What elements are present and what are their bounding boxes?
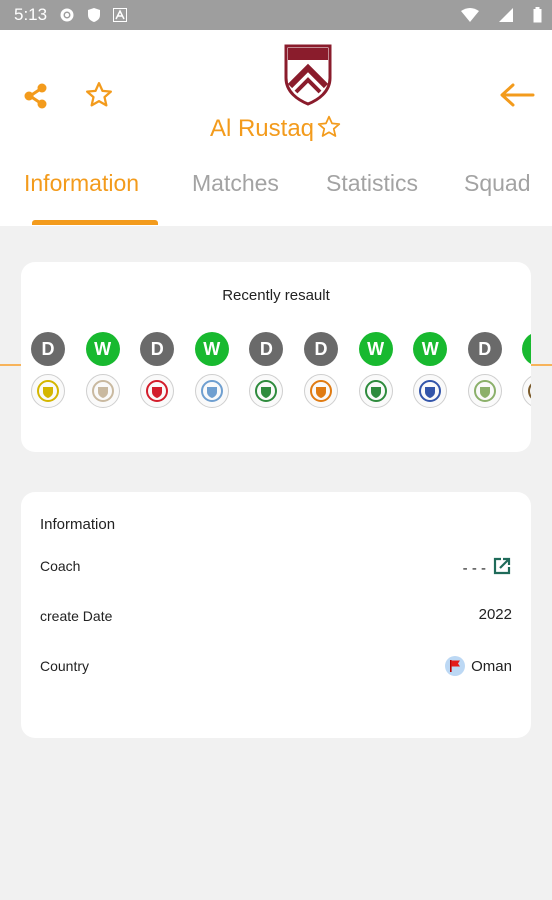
opponent-crest-icon [413,374,448,408]
team-logo [282,42,334,106]
share-icon [22,83,50,114]
status-bar: 5:13 [0,0,552,30]
result-badge: W [194,332,229,366]
result-badge: W [358,332,393,366]
result-badge: D [140,332,175,366]
wifi-icon [461,8,479,22]
recent-result-item[interactable]: D [249,332,284,408]
tab-statistics[interactable]: Statistics [326,170,418,197]
country-row: Country Oman [40,654,512,680]
recent-result-item[interactable]: D [467,332,502,408]
opponent-crest-icon [467,374,502,408]
recent-result-item[interactable]: W [522,332,531,408]
opponent-crest-icon [85,374,120,408]
team-name: Al Rustaq [0,114,552,147]
coach-value-wrap: - - - [463,556,512,580]
coach-row: Coach - - - [40,554,512,580]
result-badge: D [249,332,284,366]
status-time: 5:13 [14,5,48,24]
coach-label: Coach [40,558,81,574]
opponent-crest-icon [358,374,393,408]
recent-result-item[interactable]: D [304,332,338,408]
information-card: Information Coach - - - create Date 2022… [21,492,531,738]
recent-result-item[interactable]: W [413,332,448,408]
flag-icon [445,656,466,676]
settings-icon [59,7,75,23]
shield-icon [87,7,101,23]
opponent-crest-icon [249,374,284,408]
tab-matches[interactable]: Matches [192,170,279,197]
result-badge: D [467,332,502,366]
country-label: Country [40,658,90,674]
arrow-back-icon [498,83,536,114]
result-badge: D [304,332,338,366]
active-tab-indicator [32,220,158,225]
create-date-value: 2022 [478,606,512,623]
recent-result-item[interactable]: D [31,332,65,408]
opponent-crest-icon [140,374,175,408]
result-badge: D [31,332,65,366]
tab-squad[interactable]: Squad [464,170,531,197]
opponent-crest-icon [522,374,531,408]
recent-result-item[interactable]: W [358,332,393,408]
open-external-icon[interactable] [492,556,512,580]
country-value-wrap: Oman [445,656,512,676]
country-value: Oman [471,657,512,675]
recent-results-card: Recently resault DWDWDDWWDW [21,262,531,452]
recent-results-title: Recently resault [222,287,330,304]
recent-result-item[interactable]: W [194,332,229,408]
favorite-button[interactable] [84,80,114,110]
share-button[interactable] [22,82,50,110]
result-badge: W [413,332,448,366]
signal-icon [499,8,513,22]
opponent-crest-icon [304,374,338,408]
coach-value: - - - [462,559,486,577]
tab-bar: Information Matches Statistics Squad [0,170,552,366]
result-badge: W [85,332,120,366]
recent-result-item[interactable]: D [140,332,175,408]
back-button[interactable] [498,80,536,110]
team-header: Al Rustaq Information Matches Statistics… [0,30,552,366]
opponent-crest-icon [194,374,229,408]
tab-information[interactable]: Information [24,170,139,197]
team-name-label: Al Rustaq [209,115,315,142]
star-outline-icon [84,82,114,114]
team-star-icon[interactable] [316,114,342,147]
opponent-crest-icon [31,374,65,408]
battery-icon [533,7,542,23]
create-date-label: create Date [40,608,113,624]
result-badge: W [522,332,531,366]
create-date-row: create Date 2022 [40,604,512,630]
notification-a-icon [113,8,128,22]
recent-result-item[interactable]: W [85,332,120,408]
information-title: Information [40,516,116,533]
